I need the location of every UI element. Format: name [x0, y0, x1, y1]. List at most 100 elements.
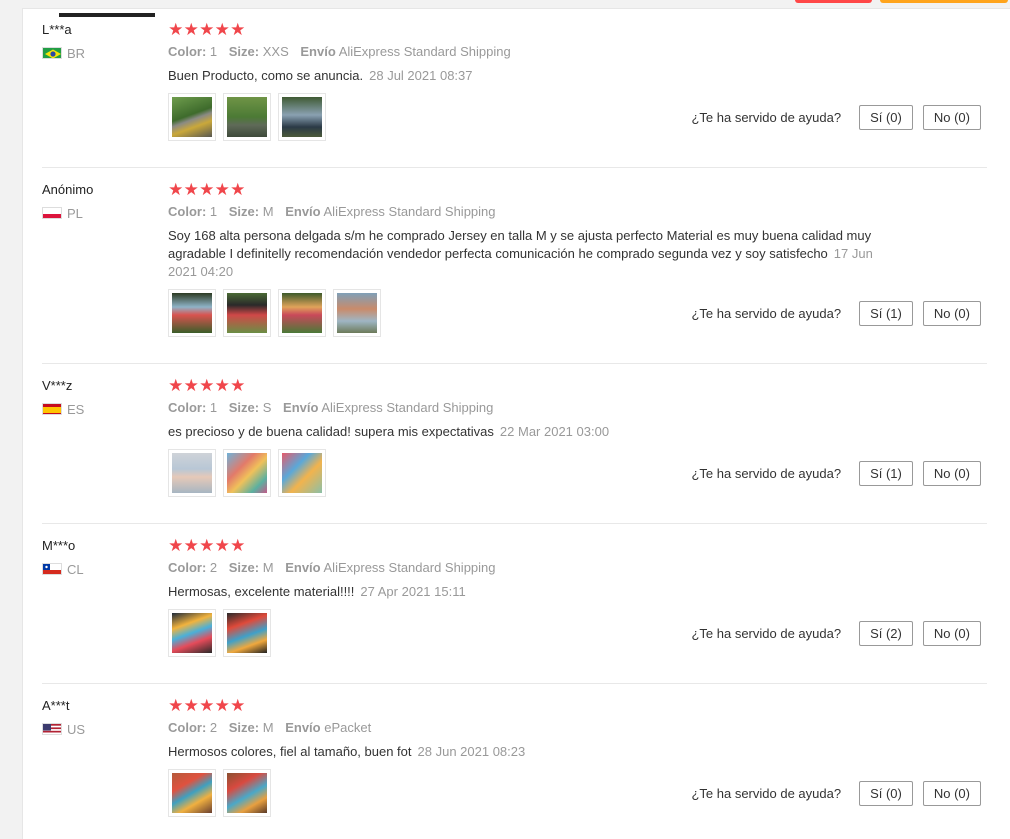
reviewer-name: V***z	[42, 378, 73, 393]
helpful-no-button[interactable]: No (0)	[922, 105, 981, 130]
review-item: A***t US ★ ★ ★ ★ ★ Color: 2 Size: M Envío eP…	[42, 696, 987, 828]
helpful-no-button[interactable]: No (0)	[922, 621, 981, 646]
star-icon: ★	[230, 376, 246, 395]
star-rating: ★ ★ ★ ★ ★	[168, 376, 888, 395]
star-icon: ★	[199, 20, 215, 39]
review-photo[interactable]	[278, 93, 326, 141]
helpful-yes-button[interactable]: Sí (1)	[859, 461, 913, 486]
active-tab-indicator	[59, 13, 155, 17]
helpful-vote: ¿Te ha servido de ayuda? Sí (1) No (0)	[691, 461, 981, 486]
review-date: 28 Jun 2021 08:23	[417, 744, 526, 759]
reviewer-country: CL	[67, 561, 84, 577]
reviewer-country: PL	[67, 205, 83, 221]
poland-flag-icon	[42, 207, 62, 219]
star-icon: ★	[183, 20, 199, 39]
helpful-no-button[interactable]: No (0)	[922, 781, 981, 806]
helpful-yes-button[interactable]: Sí (1)	[859, 301, 913, 326]
star-icon: ★	[183, 180, 199, 199]
top-action-button-red[interactable]	[795, 0, 872, 3]
reviewer-info: L***a BR	[42, 22, 152, 61]
review-photo[interactable]	[168, 449, 216, 497]
review-photo[interactable]	[168, 609, 216, 657]
review-photo[interactable]	[223, 289, 271, 337]
helpful-vote: ¿Te ha servido de ayuda? Sí (1) No (0)	[691, 301, 981, 326]
review-photo[interactable]	[278, 449, 326, 497]
helpful-vote: ¿Te ha servido de ayuda? Sí (2) No (0)	[691, 621, 981, 646]
star-icon: ★	[230, 180, 246, 199]
reviewer-country: US	[67, 721, 86, 737]
review-text: Hermosas, excelente material!!!! 27 Apr 2…	[168, 584, 466, 599]
review-photo[interactable]	[333, 289, 381, 337]
star-icon: ★	[214, 20, 230, 39]
brazil-flag-icon	[42, 47, 62, 59]
star-icon: ★	[199, 180, 215, 199]
helpful-yes-button[interactable]: Sí (2)	[859, 621, 913, 646]
reviewer-name: Anónimo	[42, 182, 94, 197]
reviewer-info: Anónimo PL	[42, 182, 152, 221]
review-photo[interactable]	[223, 93, 271, 141]
helpful-no-button[interactable]: No (0)	[922, 301, 981, 326]
review-text: Buen Producto, como se anuncia. 28 Jul 20…	[168, 68, 473, 83]
star-icon: ★	[183, 536, 199, 555]
review-photo[interactable]	[223, 609, 271, 657]
review-photo[interactable]	[168, 769, 216, 817]
star-icon: ★	[183, 696, 199, 715]
chile-flag-icon	[42, 563, 62, 575]
star-icon: ★	[199, 696, 215, 715]
star-icon: ★	[183, 376, 199, 395]
review-photo[interactable]	[223, 769, 271, 817]
reviewer-info: M***o CL	[42, 538, 152, 577]
star-icon: ★	[214, 180, 230, 199]
helpful-yes-button[interactable]: Sí (0)	[859, 781, 913, 806]
order-attributes: Color: 1 Size: M Envío AliExpress Standa…	[168, 204, 496, 219]
reviewer-name: M***o	[42, 538, 76, 553]
top-action-button-orange[interactable]	[880, 0, 1008, 3]
star-icon: ★	[168, 376, 184, 395]
review-text: es precioso y de buena calidad! supera m…	[168, 424, 610, 439]
usa-flag-icon	[42, 723, 62, 735]
review-date: 27 Apr 2021 15:11	[360, 584, 466, 599]
star-rating: ★ ★ ★ ★ ★	[168, 536, 888, 555]
reviewer-info: V***z ES	[42, 378, 152, 417]
order-attributes: Color: 2 Size: M Envío AliExpress Standa…	[168, 560, 496, 575]
helpful-vote: ¿Te ha servido de ayuda? Sí (0) No (0)	[691, 105, 981, 130]
spain-flag-icon	[42, 403, 62, 415]
reviewer-name: A***t	[42, 698, 70, 713]
reviewer-name: L***a	[42, 22, 72, 37]
reviewer-country: BR	[67, 45, 86, 61]
star-icon: ★	[214, 536, 230, 555]
review-photo[interactable]	[278, 289, 326, 337]
order-attributes: Color: 1 Size: S Envío AliExpress Standa…	[168, 400, 494, 415]
review-photo[interactable]	[168, 289, 216, 337]
helpful-yes-button[interactable]: Sí (0)	[859, 105, 913, 130]
review-photo[interactable]	[223, 449, 271, 497]
order-attributes: Color: 2 Size: M Envío ePacket	[168, 720, 372, 735]
helpful-vote: ¿Te ha servido de ayuda? Sí (0) No (0)	[691, 781, 981, 806]
star-icon: ★	[230, 696, 246, 715]
star-icon: ★	[168, 696, 184, 715]
helpful-no-button[interactable]: No (0)	[922, 461, 981, 486]
review-item: M***o CL ★ ★ ★ ★ ★ Color: 2 Size: M Envío Al…	[42, 536, 987, 684]
star-icon: ★	[168, 20, 184, 39]
star-icon: ★	[214, 376, 230, 395]
review-date: 22 Mar 2021 03:00	[499, 424, 610, 439]
reviewer-country: ES	[67, 401, 85, 417]
review-item: Anónimo PL ★ ★ ★ ★ ★ Color: 1 Size: M Envío …	[42, 180, 987, 364]
review-item: L***a BR ★ ★ ★ ★ ★ Color: 1 Size: XXS Envío …	[42, 20, 987, 168]
star-icon: ★	[199, 536, 215, 555]
star-icon: ★	[230, 536, 246, 555]
order-attributes: Color: 1 Size: XXS Envío AliExpress Stan…	[168, 44, 511, 59]
review-item: V***z ES ★ ★ ★ ★ ★ Color: 1 Size: S Envío Al…	[42, 376, 987, 524]
review-text: Hermosos colores, fiel al tamaño, buen f…	[168, 744, 526, 759]
reviewer-info: A***t US	[42, 698, 152, 737]
star-icon: ★	[230, 20, 246, 39]
review-text: Soy 168 alta persona delgada s/m he comp…	[168, 228, 873, 279]
star-rating: ★ ★ ★ ★ ★	[168, 20, 888, 39]
review-photo[interactable]	[168, 93, 216, 141]
review-date: 28 Jul 2021 08:37	[369, 68, 473, 83]
star-icon: ★	[214, 696, 230, 715]
star-rating: ★ ★ ★ ★ ★	[168, 696, 888, 715]
star-icon: ★	[199, 376, 215, 395]
star-icon: ★	[168, 180, 184, 199]
star-icon: ★	[168, 536, 184, 555]
